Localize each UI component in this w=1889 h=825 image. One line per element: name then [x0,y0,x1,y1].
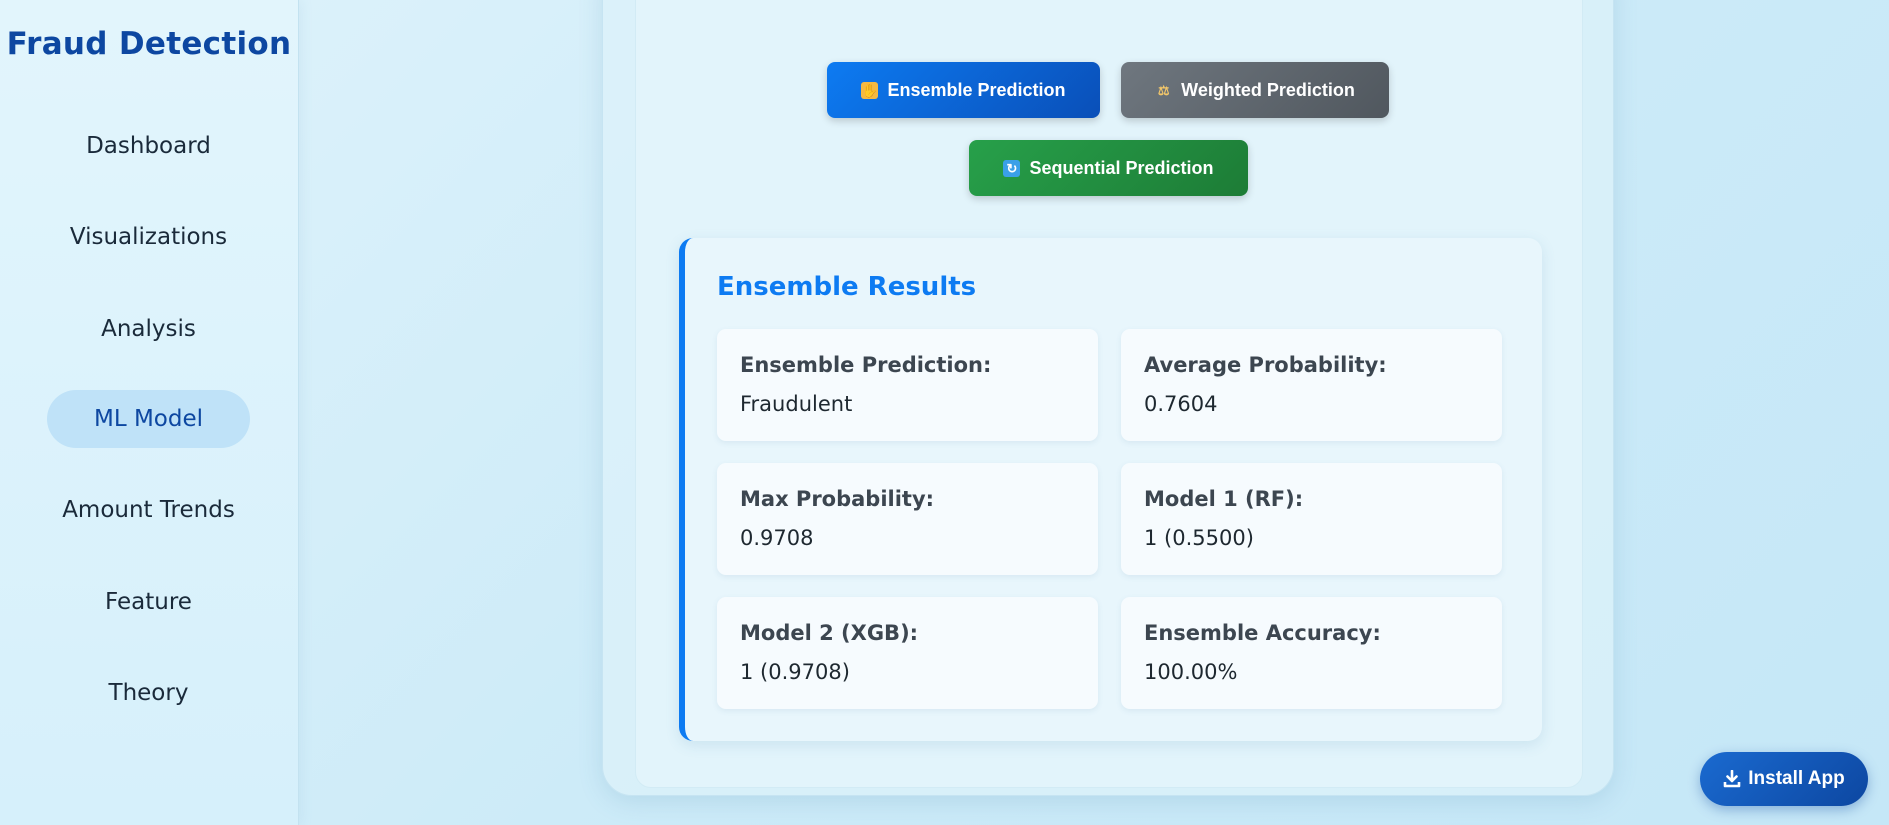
sidebar: Fraud Detection Dashboard Visualizations… [0,0,299,825]
sequential-prediction-label: Sequential Prediction [1029,157,1214,178]
sidebar-item-dashboard[interactable]: Dashboard [47,117,250,175]
result-label: Ensemble Accuracy: [1144,621,1381,645]
ensemble-prediction-button[interactable]: ✋ Ensemble Prediction [827,62,1100,118]
result-label: Ensemble Prediction: [740,353,992,377]
result-cell-average-probability: Average Probability: 0.7604 [1121,329,1502,441]
result-cell-model-1-rf: Model 1 (RF): 1 (0.5500) [1121,463,1502,575]
brand-title: Fraud Detection [6,26,292,62]
sidebar-item-visualizations[interactable]: Visualizations [47,208,250,266]
result-cell-ensemble-accuracy: Ensemble Accuracy: 100.00% [1121,597,1502,709]
sidebar-item-feature[interactable]: Feature [47,573,250,631]
sidebar-item-amount-trends[interactable]: Amount Trends [47,481,250,539]
results-title: Ensemble Results [717,272,977,302]
result-cell-ensemble-prediction: Ensemble Prediction: Fraudulent [717,329,1098,441]
result-label: Average Probability: [1144,353,1387,377]
result-value: 100.00% [1144,660,1238,684]
result-value: 1 (0.9708) [740,660,850,684]
download-icon [1723,770,1741,788]
result-label: Model 2 (XGB): [740,621,919,645]
sidebar-item-analysis[interactable]: Analysis [47,300,250,358]
result-value: 1 (0.5500) [1144,526,1254,550]
result-cell-max-probability: Max Probability: 0.9708 [717,463,1098,575]
sidebar-item-theory[interactable]: Theory [47,664,250,722]
result-cell-model-2-xgb: Model 2 (XGB): 1 (0.9708) [717,597,1098,709]
result-label: Model 1 (RF): [1144,487,1304,511]
handshake-icon: ✋ [861,81,879,99]
result-value: 0.7604 [1144,392,1218,416]
install-app-label: Install App [1748,768,1845,789]
ensemble-prediction-label: Ensemble Prediction [887,79,1066,100]
result-value: 0.9708 [740,526,814,550]
sidebar-item-ml-model[interactable]: ML Model [47,390,250,448]
weighted-prediction-button[interactable]: ⚖ Weighted Prediction [1121,62,1389,118]
cycle-arrows-icon: ↻ [1003,159,1021,177]
install-app-button[interactable]: Install App [1700,752,1868,806]
sequential-prediction-button[interactable]: ↻ Sequential Prediction [969,140,1248,196]
result-value: Fraudulent [740,392,853,416]
result-label: Max Probability: [740,487,935,511]
balance-scale-icon: ⚖ [1157,82,1170,98]
weighted-prediction-label: Weighted Prediction [1181,79,1355,100]
